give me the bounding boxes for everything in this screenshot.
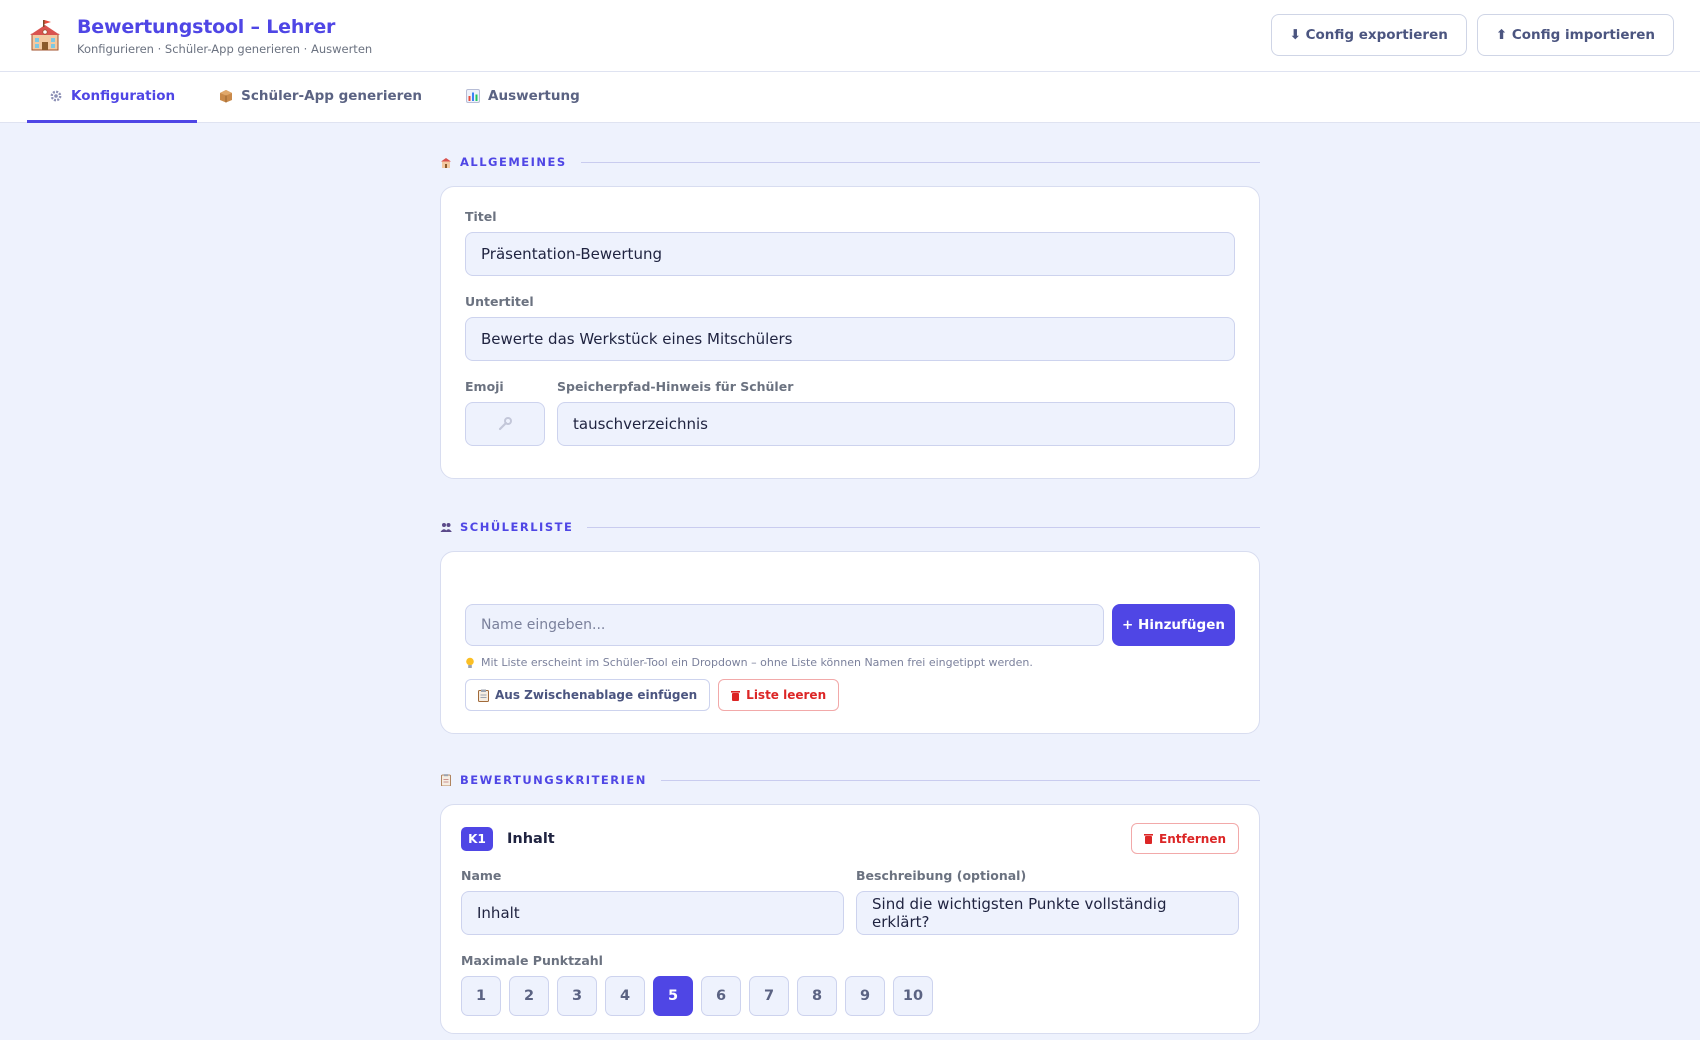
tab-auswertung[interactable]: Auswertung [444, 72, 602, 123]
points-option-2[interactable]: 2 [509, 976, 549, 1016]
package-icon [220, 90, 233, 103]
tab-label: Konfiguration [71, 88, 176, 104]
student-name-input[interactable]: Name eingeben... [465, 604, 1104, 646]
path-label: Speicherpfad-Hinweis für Schüler [557, 379, 794, 394]
criterion-badge: K1 [461, 826, 493, 851]
title-label: Titel [465, 209, 497, 224]
general-card: Titel Präsentation-Bewertung Untertitel … [440, 186, 1260, 479]
points-option-9[interactable]: 9 [845, 976, 885, 1016]
school-icon [30, 19, 60, 50]
points-option-6[interactable]: 6 [701, 976, 741, 1016]
clear-list-button[interactable]: Liste leeren [718, 679, 840, 711]
clipboard-icon [478, 689, 489, 702]
import-config-button[interactable]: ⬆ Config importieren [1476, 14, 1674, 56]
points-option-10[interactable]: 10 [893, 976, 933, 1016]
section-heading-criteria: BEWERTUNGSKRITERIEN [440, 770, 1260, 790]
criterion-name-input[interactable]: Inhalt [461, 891, 844, 935]
points-option-4[interactable]: 4 [605, 976, 645, 1016]
path-input[interactable]: tauschverzeichnis [557, 402, 1235, 446]
section-divider [587, 526, 1260, 528]
points-option-5[interactable]: 5 [653, 976, 693, 1016]
trash-icon [1144, 834, 1154, 844]
school-icon [441, 158, 451, 168]
subtitle-label: Untertitel [465, 294, 534, 309]
students-hint: Mit Liste erscheint im Schüler-Tool ein … [465, 656, 1235, 669]
config-content: ALLGEMEINES Titel Präsentation-Bewertung… [440, 152, 1260, 1034]
students-card: Name eingeben... + Hinzufügen Mit Liste … [440, 551, 1260, 734]
max-points-label: Maximale Punktzahl [461, 953, 603, 968]
clear-label: Liste leeren [746, 688, 827, 702]
section-divider [660, 779, 1260, 781]
section-divider [580, 161, 1260, 163]
points-option-3[interactable]: 3 [557, 976, 597, 1016]
section-title: ALLGEMEINES [460, 155, 567, 169]
trash-icon [731, 690, 741, 701]
subtitle-input[interactable]: Bewerte das Werkstück eines Mitschülers [465, 317, 1235, 361]
points-option-1[interactable]: 1 [461, 976, 501, 1016]
section-heading-students: SCHÜLERLISTE [440, 517, 1260, 537]
emoji-input[interactable] [465, 402, 545, 446]
criterion-title: Inhalt [507, 830, 555, 847]
remove-label: Entfernen [1159, 831, 1226, 846]
wrench-icon [498, 417, 512, 431]
app-header: Bewertungstool – Lehrer Konfigurieren · … [0, 0, 1700, 72]
tab-label: Auswertung [488, 88, 580, 104]
points-option-7[interactable]: 7 [749, 976, 789, 1016]
app-title: Bewertungstool – Lehrer [77, 15, 336, 38]
add-student-button[interactable]: + Hinzufügen [1112, 604, 1235, 646]
criterion-name-label: Name [461, 868, 502, 883]
lightbulb-icon [466, 657, 474, 668]
clipboard-icon [441, 774, 451, 786]
points-option-8[interactable]: 8 [797, 976, 837, 1016]
remove-criterion-button[interactable]: Entfernen [1131, 823, 1239, 854]
paste-label: Aus Zwischenablage einfügen [495, 688, 698, 702]
section-title: BEWERTUNGSKRITERIEN [460, 773, 647, 787]
tab-bar: Konfiguration Schüler-App generieren Aus… [0, 72, 1700, 123]
paste-clipboard-button[interactable]: Aus Zwischenablage einfügen [465, 679, 711, 711]
tab-schueler-app[interactable]: Schüler-App generieren [197, 72, 444, 123]
criterion-desc-input[interactable]: Sind die wichtigsten Punkte vollständig … [856, 891, 1239, 935]
app-subtitle: Konfigurieren · Schüler-App generieren ·… [77, 41, 373, 56]
section-title: SCHÜLERLISTE [460, 520, 574, 534]
gear-icon [50, 90, 62, 102]
export-config-button[interactable]: ⬇ Config exportieren [1270, 14, 1467, 56]
criterion-card: K1 Inhalt Entfernen Name Inhalt Beschrei… [440, 804, 1260, 1034]
section-heading-general: ALLGEMEINES [440, 152, 1260, 172]
criterion-desc-label: Beschreibung (optional) [856, 868, 1027, 883]
emoji-label: Emoji [465, 379, 504, 394]
tab-konfiguration[interactable]: Konfiguration [27, 72, 198, 123]
tab-label: Schüler-App generieren [241, 88, 423, 104]
hint-text: Mit Liste erscheint im Schüler-Tool ein … [481, 656, 1033, 669]
max-points-selector: 1 2 3 4 5 6 7 8 9 10 [461, 976, 1239, 1016]
users-icon [440, 523, 452, 532]
title-input[interactable]: Präsentation-Bewertung [465, 232, 1235, 276]
bar-chart-icon [466, 89, 481, 103]
